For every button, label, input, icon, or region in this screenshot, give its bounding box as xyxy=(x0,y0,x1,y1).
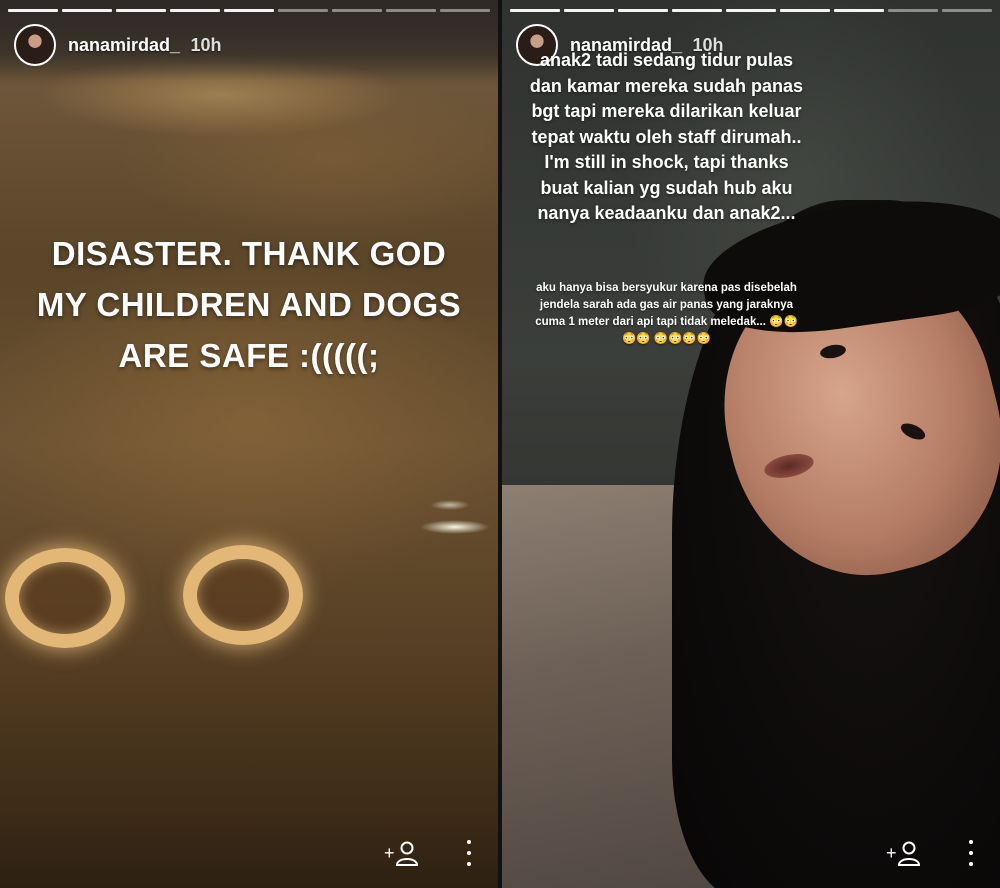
ceiling-light xyxy=(5,548,125,648)
story-left[interactable]: nanamirdad_ 10h DISASTER. THANK GOD MY C… xyxy=(0,0,498,888)
story-caption: anak2 tadi sedang tidur pulas dan kamar … xyxy=(529,50,804,223)
story-progress-bar xyxy=(510,9,992,12)
more-vertical-icon[interactable] xyxy=(464,840,474,866)
post-time: 10h xyxy=(190,34,222,55)
story-progress-bar xyxy=(8,9,490,12)
story-background-photo xyxy=(0,0,498,888)
add-person-icon[interactable]: + xyxy=(384,840,420,868)
svg-text:+: + xyxy=(384,843,395,863)
caption-line: ARE SAFE :(((((; xyxy=(118,337,380,374)
caption-line: MY CHILDREN AND DOGS xyxy=(36,286,462,323)
caption-line: DISASTER. THANK GOD xyxy=(51,235,447,272)
ceiling-light xyxy=(183,545,303,645)
more-vertical-icon[interactable] xyxy=(966,840,976,866)
svg-text:+: + xyxy=(886,843,897,863)
add-person-icon[interactable]: + xyxy=(886,840,922,868)
light-glare xyxy=(430,500,470,510)
story-header: nanamirdad_ 10h xyxy=(14,24,222,66)
story-caption: DISASTER. THANK GOD MY CHILDREN AND DOGS… xyxy=(0,228,498,381)
story-caption-small: aku hanya bisa bersyukur karena pas dise… xyxy=(535,282,798,345)
avatar[interactable] xyxy=(14,24,56,66)
story-right[interactable]: nanamirdad_ 10h anak2 tadi sedang tidur … xyxy=(502,0,1000,888)
username[interactable]: nanamirdad_ xyxy=(68,35,180,55)
light-glare xyxy=(420,520,490,534)
